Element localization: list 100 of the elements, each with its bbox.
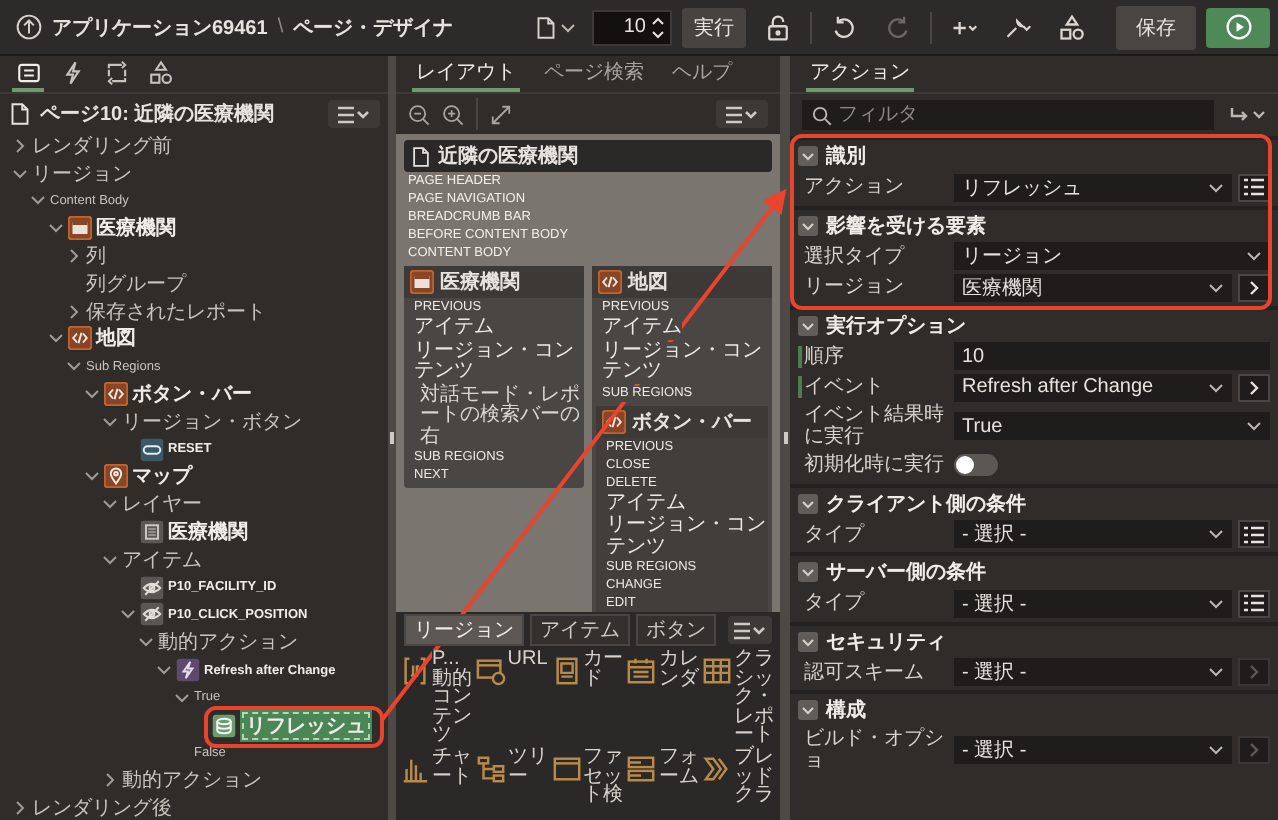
menu-button[interactable]	[716, 100, 768, 128]
caret-down-icon[interactable]	[66, 358, 82, 375]
caret-down-icon[interactable]	[120, 606, 136, 623]
gallery-item[interactable]: クラシック・レポート	[734, 650, 775, 746]
go-to-button[interactable]	[1238, 273, 1270, 301]
expand-icon[interactable]	[490, 103, 512, 125]
select-field[interactable]: Refresh after Change	[954, 373, 1232, 401]
go-to-group-icon[interactable]	[1230, 105, 1266, 125]
caret-down-icon[interactable]	[84, 468, 100, 485]
caret-down-icon[interactable]	[48, 220, 64, 237]
list-button[interactable]	[1238, 589, 1270, 617]
select-field[interactable]: - 選択 -	[954, 735, 1232, 763]
zoom-in-icon[interactable]	[442, 103, 464, 125]
caret-down-icon[interactable]	[102, 551, 118, 568]
chevron-right-icon	[1248, 279, 1260, 295]
gallery-item[interactable]: カード	[583, 650, 624, 689]
tree-node[interactable]: 医療機関	[96, 214, 176, 243]
gallery-tab[interactable]: ボタン	[636, 614, 716, 646]
tree-node[interactable]: マップ	[132, 462, 192, 491]
collapse-icon[interactable]	[798, 493, 818, 513]
tree-node[interactable]: 地図	[96, 324, 136, 353]
tree-node[interactable]: リフレッシュ	[240, 709, 372, 742]
caret-right-icon[interactable]	[12, 800, 28, 817]
page-node[interactable]: ページ10: 近隣の医療機関	[40, 100, 320, 128]
go-to-button[interactable]	[1238, 373, 1270, 401]
run-button[interactable]	[1206, 7, 1270, 47]
list-button[interactable]	[1238, 173, 1270, 201]
panel-tab[interactable]: レイアウト	[412, 56, 520, 92]
caret-right-icon[interactable]	[66, 303, 82, 320]
caret-right-icon[interactable]	[12, 137, 28, 154]
tree-node[interactable]: アイテム	[122, 545, 202, 574]
gallery-item[interactable]: URL	[507, 650, 548, 670]
tree-node[interactable]: 列グループ	[86, 269, 186, 298]
save-button[interactable]: 保存	[1116, 5, 1196, 49]
tree-node[interactable]: ボタン・バー	[132, 380, 252, 409]
gallery-item[interactable]: フォーム	[658, 747, 699, 787]
caret-down-icon[interactable]	[30, 192, 46, 209]
menu-button[interactable]	[328, 100, 380, 128]
tree-node[interactable]: 列	[86, 242, 106, 271]
tree-node[interactable]: レンダリング後	[32, 794, 172, 820]
panel-tab[interactable]: ヘルプ	[668, 56, 736, 92]
region-icon	[68, 216, 92, 241]
zoom-out-icon[interactable]	[408, 103, 430, 125]
gallery-tab[interactable]: リージョン	[404, 614, 524, 646]
chevron-down-icon	[1208, 279, 1224, 295]
select-field[interactable]: 医療機関	[954, 273, 1232, 301]
gallery-item[interactable]: ブレッドクラ	[734, 747, 775, 806]
gallery-tab[interactable]: アイテム	[530, 614, 630, 646]
gallery-item[interactable]: チャート	[432, 747, 472, 787]
splitter-handle[interactable]	[390, 432, 394, 444]
page-bar[interactable]: 近隣の医療機関	[404, 140, 772, 172]
select-field[interactable]: リフレッシュ	[954, 173, 1232, 201]
tree-node[interactable]: リージョン・ボタン	[122, 407, 302, 436]
caret-down-icon[interactable]	[174, 689, 190, 706]
caret-down-icon[interactable]	[12, 165, 28, 182]
spinner-icon[interactable]	[652, 15, 664, 39]
panel-tab[interactable]: ページ検索	[540, 56, 648, 92]
toggle-switch[interactable]	[954, 454, 998, 476]
collapse-icon[interactable]	[798, 146, 818, 166]
tree-node[interactable]: 動的アクション	[158, 628, 298, 657]
collapse-icon[interactable]	[798, 215, 818, 235]
chevron-down-icon	[1208, 595, 1224, 611]
filter-field[interactable]: フィルタ	[802, 100, 1214, 130]
collapse-icon[interactable]	[798, 631, 818, 651]
go-button[interactable]: 実行	[682, 7, 746, 47]
tree-node[interactable]: レイヤー	[122, 490, 202, 519]
caret-down-icon[interactable]	[138, 634, 154, 651]
tree-node[interactable]: レンダリング前	[32, 131, 172, 160]
select-field[interactable]: True	[954, 412, 1270, 440]
splitter-handle[interactable]	[783, 432, 787, 444]
page-number-field[interactable]: 10	[592, 9, 672, 45]
app-link[interactable]: アプリケーション69461	[52, 13, 268, 41]
text-field[interactable]: 10	[954, 342, 1270, 370]
gallery-item[interactable]: P...動的コンテンツ	[432, 650, 472, 746]
caret-down-icon[interactable]	[84, 386, 100, 403]
panel-tab[interactable]: アクション	[806, 56, 914, 92]
caret-down-icon[interactable]	[48, 330, 64, 347]
slot-label: アイテム	[602, 318, 682, 339]
select-field[interactable]: - 選択 -	[954, 658, 1232, 686]
collapse-icon[interactable]	[798, 315, 818, 335]
tree-node[interactable]: 保存されたレポート	[86, 297, 266, 326]
gallery-item[interactable]: ファセット検	[583, 747, 624, 806]
collapse-icon[interactable]	[798, 562, 818, 582]
tree-node[interactable]: 医療機関	[168, 518, 248, 547]
gallery-item[interactable]: カレンダ	[658, 650, 699, 689]
collapse-icon[interactable]	[798, 700, 818, 720]
select-field[interactable]: - 選択 -	[954, 520, 1232, 548]
menu-button[interactable]	[728, 616, 772, 644]
caret-down-icon[interactable]	[102, 413, 118, 430]
cycle-icon	[103, 59, 129, 85]
tree-node[interactable]: 動的アクション	[122, 766, 262, 795]
select-field[interactable]: - 選択 -	[954, 589, 1232, 617]
caret-down-icon[interactable]	[102, 496, 118, 513]
select-field[interactable]: リージョン	[954, 242, 1270, 270]
caret-right-icon[interactable]	[66, 248, 82, 265]
caret-down-icon[interactable]	[156, 662, 172, 679]
caret-right-icon[interactable]	[102, 772, 118, 789]
list-button[interactable]	[1238, 520, 1270, 548]
up-arrow-circle-icon[interactable]	[16, 14, 42, 40]
tree-node[interactable]: リージョン	[32, 159, 132, 188]
